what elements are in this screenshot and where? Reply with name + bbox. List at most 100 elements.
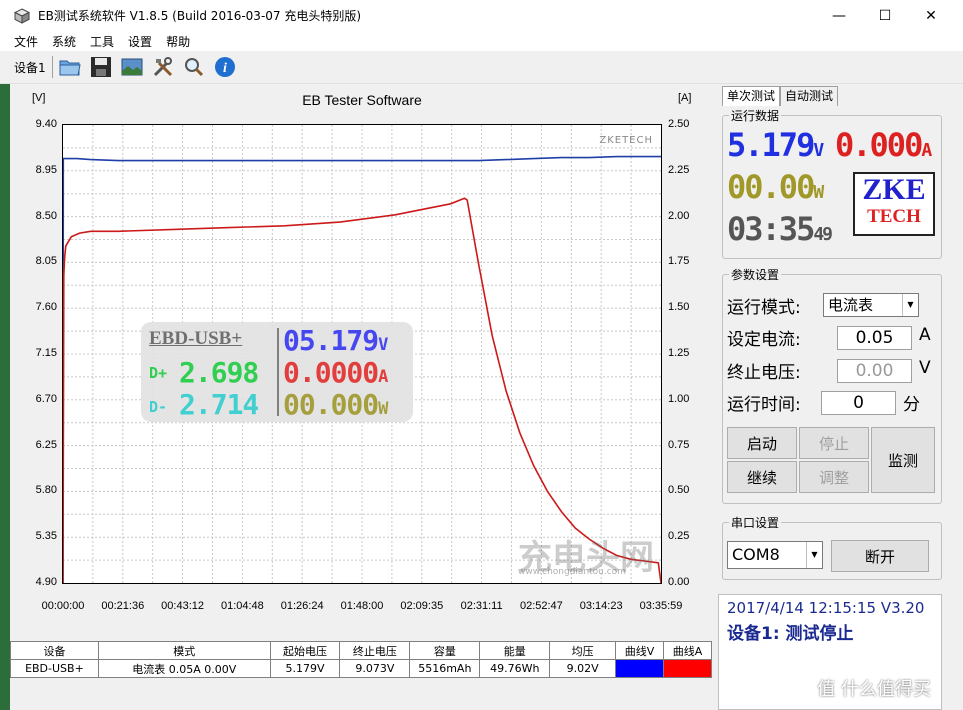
disconnect-button[interactable]: 断开	[831, 540, 929, 572]
right-panel: 单次测试 自动测试 运行数据 5.179V 0.000A 00.00W 03:3…	[716, 84, 963, 710]
tools-icon[interactable]	[150, 54, 176, 80]
run-time: 03:3549	[727, 210, 833, 248]
run-data-group: 运行数据 5.179V 0.000A 00.00W 03:3549 ZKE TE…	[722, 107, 942, 259]
toolbar-separator	[51, 56, 53, 78]
search-icon[interactable]	[181, 54, 207, 80]
curve-v-swatch[interactable]	[615, 659, 664, 678]
serial-label: 串口设置	[729, 514, 782, 531]
table-cell: EBD-USB+	[10, 659, 99, 678]
stop-voltage-unit: V	[919, 358, 931, 378]
close-button[interactable]: ✕	[908, 0, 954, 31]
stop-voltage-label: 终止电压:	[727, 363, 801, 383]
monitor-button[interactable]: 监测	[871, 427, 935, 493]
y-left-tick-label: 5.80	[35, 484, 57, 497]
svg-text:i: i	[223, 61, 227, 76]
table-header-row: 设备 模式 起始电压 终止电压 容量 能量 均压 曲线V 曲线A	[10, 641, 712, 660]
x-tick-label: 03:35:59	[639, 600, 683, 612]
menu-tools[interactable]: 工具	[90, 33, 114, 50]
app-cube-icon	[14, 7, 30, 24]
params-group: 参数设置 运行模式: 电流表 ▼ 设定电流: 0.05 A 终止电压: 0.00…	[722, 266, 942, 504]
stop-button[interactable]: 停止	[799, 427, 869, 459]
menu-file[interactable]: 文件	[14, 33, 38, 50]
mode-select[interactable]: 电流表 ▼	[823, 293, 919, 317]
table-header: 设备	[10, 641, 99, 660]
minimize-button[interactable]: —	[816, 0, 862, 31]
results-table: 设备 模式 起始电压 终止电压 容量 能量 均压 曲线V 曲线A EBD-USB…	[10, 641, 712, 678]
tab-auto-test[interactable]: 自动测试	[780, 86, 839, 106]
table-cell: 5516mAh	[409, 659, 481, 678]
y-right-tick-label: 1.00	[668, 392, 690, 405]
y-left-tick-label: 9.40	[35, 118, 57, 130]
stop-voltage-input[interactable]: 0.00	[837, 359, 912, 383]
y-left-tick-label: 8.05	[35, 255, 57, 268]
desktop-background	[0, 84, 10, 710]
run-current: 0.000A	[835, 126, 932, 164]
y-right-tick-label: 0.75	[668, 438, 690, 451]
tab-bar: 单次测试 自动测试	[722, 86, 839, 106]
serial-group: 串口设置 COM8 ▼ 断开	[722, 514, 942, 580]
status-panel: 2017/4/14 12:15:15 V3.20 设备1: 测试停止 值 什么值…	[718, 594, 942, 710]
tab-single-test[interactable]: 单次测试	[722, 86, 781, 106]
run-data-label: 运行数据	[729, 107, 782, 124]
y-right-tick-label: 1.25	[668, 347, 690, 359]
menu-settings[interactable]: 设置	[128, 33, 152, 50]
y-left-tick-label: 4.90	[35, 576, 57, 588]
params-label: 参数设置	[729, 266, 782, 283]
start-button[interactable]: 启动	[727, 427, 797, 459]
run-time-input[interactable]: 0	[821, 391, 896, 415]
overlay-voltage: 05.179V	[283, 324, 388, 357]
table-header: 均压	[549, 641, 617, 660]
corner-watermark: 值 什么值得买	[817, 679, 931, 700]
table-row[interactable]: EBD-USB+ 电流表 0.05A 0.00V 5.179V 9.073V 5…	[10, 659, 712, 678]
adjust-button[interactable]: 调整	[799, 461, 869, 493]
device-label: 设备1	[14, 60, 46, 75]
folder-icon[interactable]	[57, 54, 83, 80]
table-header: 曲线V	[615, 641, 664, 660]
curve-a-swatch[interactable]	[663, 659, 712, 678]
overlay-dplus-label: D+	[149, 364, 168, 382]
continue-button[interactable]: 继续	[727, 461, 797, 493]
chevron-down-icon: ▼	[806, 542, 822, 568]
run-power: 00.00W	[727, 168, 824, 206]
menu-system[interactable]: 系统	[52, 33, 76, 50]
maximize-button[interactable]: ☐	[862, 0, 908, 31]
x-tick-label: 01:26:24	[280, 600, 324, 612]
table-header: 容量	[409, 641, 481, 660]
save-icon[interactable]	[88, 54, 114, 80]
table-header: 模式	[97, 641, 271, 660]
x-tick-label: 03:14:23	[579, 600, 623, 612]
table-cell: 5.179V	[269, 659, 341, 678]
y-left-tick-label: 7.15	[35, 347, 57, 359]
current-label: 设定电流:	[727, 330, 801, 350]
chevron-down-icon: ▼	[902, 294, 918, 316]
y-right-tick-label: 2.00	[668, 209, 690, 222]
y-left-tick-label: 7.60	[35, 301, 57, 314]
overlay-dplus-value: 2.698	[179, 356, 259, 389]
mode-label: 运行模式:	[727, 298, 801, 318]
y-right-tick-label: 2.50	[668, 118, 690, 130]
zketech-logo: ZKE TECH	[853, 172, 935, 236]
table-header: 能量	[479, 641, 551, 660]
x-tick-label: 00:21:36	[101, 600, 145, 612]
status-message: 设备1: 测试停止	[727, 624, 854, 644]
y-left-tick-label: 5.35	[35, 530, 57, 543]
com-port-select[interactable]: COM8 ▼	[727, 541, 823, 569]
menu-help[interactable]: 帮助	[166, 33, 190, 50]
app-window: EB测试系统软件 V1.8.5 (Build 2016-03-07 充电头特别版…	[0, 0, 963, 710]
info-icon[interactable]: i	[212, 54, 238, 80]
overlay-dminus-label: D-	[149, 398, 168, 416]
run-voltage: 5.179V	[727, 126, 824, 164]
image-icon[interactable]	[119, 54, 145, 80]
y-left-tick-label: 8.50	[35, 209, 57, 222]
window-title: EB测试系统软件 V1.8.5 (Build 2016-03-07 充电头特别版…	[38, 9, 362, 23]
y-right-tick-label: 0.50	[668, 484, 690, 497]
current-input[interactable]: 0.05	[837, 326, 912, 350]
y-left-tick-label: 8.95	[35, 163, 57, 176]
chart-panel: [V] [A] EB Tester Software 9.40 8.95 8.50 8…	[10, 84, 714, 638]
x-tick-label: 01:48:00	[340, 600, 384, 612]
overlay-current: 0.0000A	[283, 356, 388, 389]
run-time-unit: 分	[903, 395, 920, 415]
status-timestamp: 2017/4/14 12:15:15 V3.20	[727, 599, 925, 617]
overlay-divider	[277, 328, 279, 416]
x-tick-label: 01:04:48	[220, 600, 264, 612]
